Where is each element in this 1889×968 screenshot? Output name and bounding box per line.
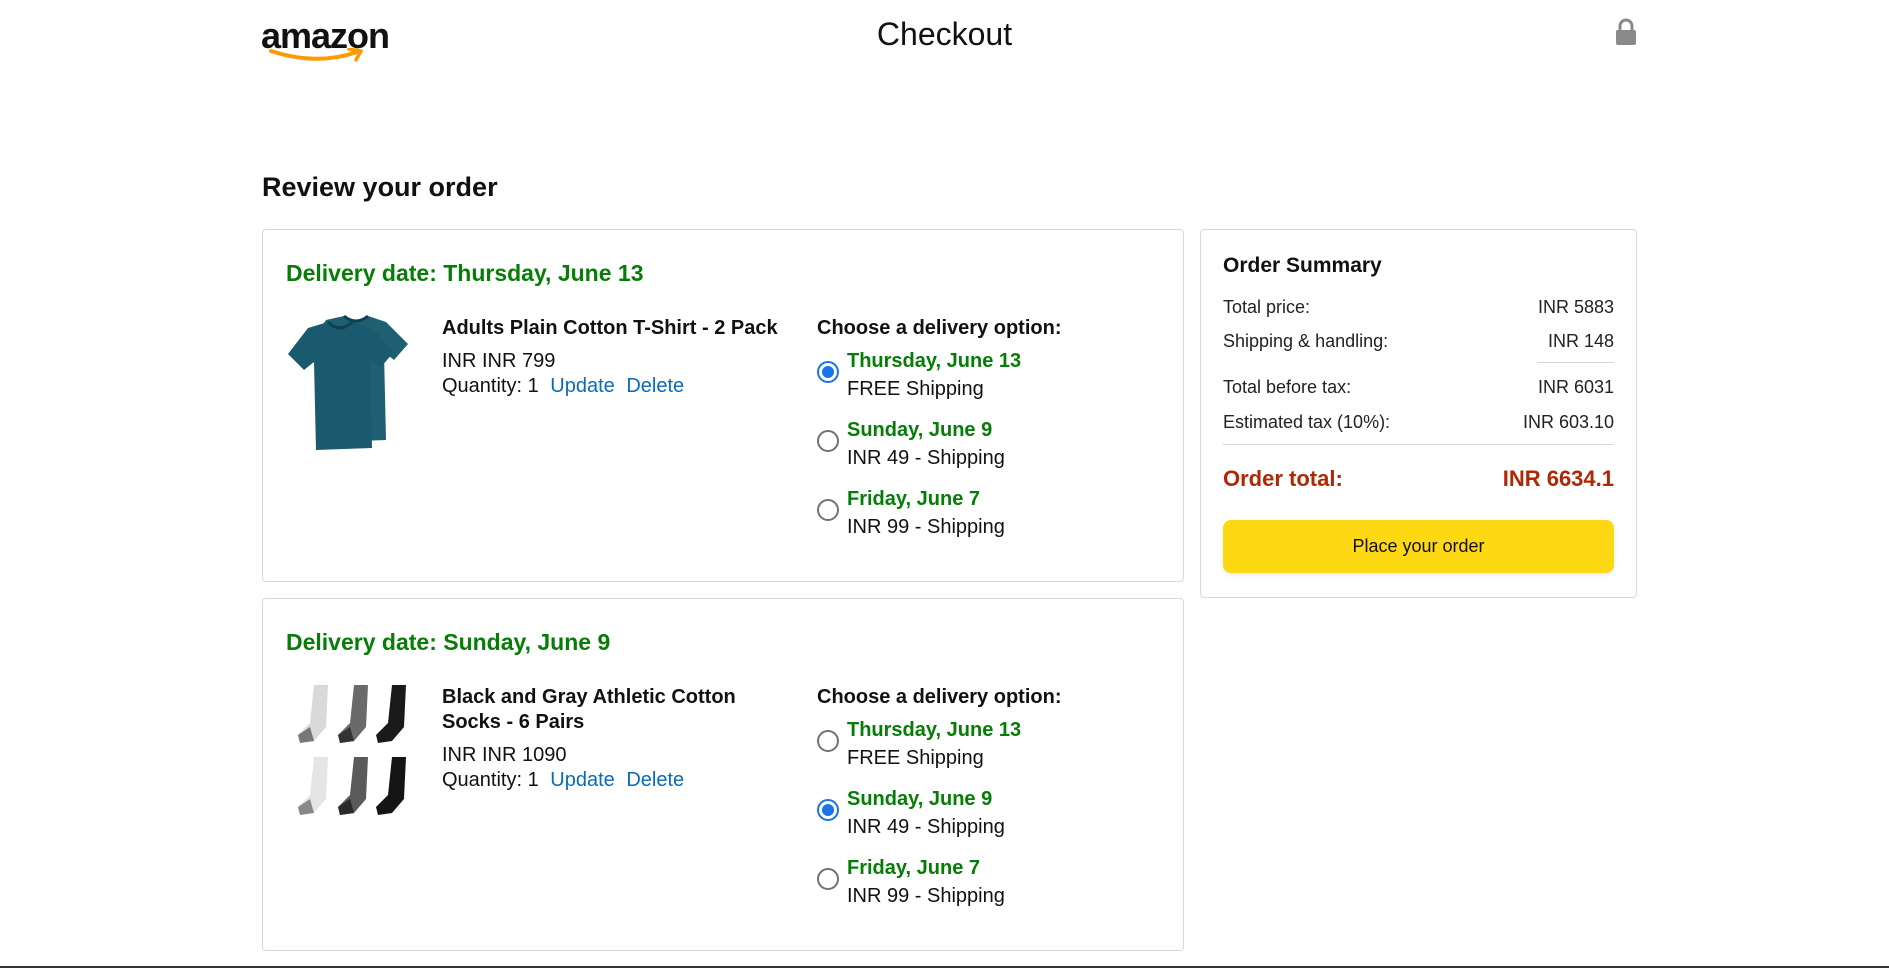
delivery-options-title: Choose a delivery option: [817,686,1062,708]
divider [1223,444,1614,445]
checkout-header: amazon Checkout [0,0,1889,80]
delivery-date: Delivery date: Sunday, June 9 [286,629,611,655]
radio-button[interactable] [817,868,839,890]
option-date: Friday, June 7 [847,857,981,879]
quantity-label: Quantity: 1 [442,769,539,791]
radio-button[interactable] [817,361,839,383]
update-link[interactable]: Update [550,375,615,397]
tax-label: Estimated tax (10%): [1223,412,1391,432]
delivery-option[interactable]: Sunday, June 9 INR 49 - Shipping [817,787,1157,856]
delivery-option[interactable]: Thursday, June 13 FREE Shipping [817,718,1157,787]
total-price-label: Total price: [1223,297,1311,317]
option-date: Friday, June 7 [847,488,981,510]
socks-product-image[interactable] [286,683,412,819]
delivery-option[interactable]: Sunday, June 9 INR 49 - Shipping [817,418,1157,487]
divider [1537,362,1614,363]
delivery-option[interactable]: Friday, June 7 INR 99 - Shipping [817,487,1157,556]
delivery-options: Choose a delivery option: Thursday, June… [817,316,1157,556]
total-price-row: Total price: INR 5883 [1223,296,1614,318]
page-title: Checkout [876,16,1013,52]
before-tax-label: Total before tax: [1223,377,1352,397]
option-shipping: INR 99 - Shipping [847,516,1005,538]
order-card: Delivery date: Sunday, June 9 Black and … [262,598,1184,951]
product-price: INR INR 799 [442,350,556,372]
shipping-value: INR 148 [1547,331,1614,351]
lock-icon [1615,18,1637,51]
shipping-row: Shipping & handling: INR 148 [1223,330,1614,352]
order-card: Delivery date: Thursday, June 13 Adults … [262,229,1184,582]
tax-row: Estimated tax (10%): INR 603.10 [1223,411,1614,433]
radio-button[interactable] [817,430,839,452]
quantity-label: Quantity: 1 [442,375,539,397]
product-name: Black and Gray Athletic Cotton Socks - 6… [442,686,736,733]
option-shipping: FREE Shipping [847,378,984,400]
delete-link[interactable]: Delete [626,375,684,397]
radio-button[interactable] [817,799,839,821]
order-total-label: Order total: [1223,466,1343,491]
option-shipping: INR 49 - Shipping [847,816,1005,838]
delivery-options: Choose a delivery option: Thursday, June… [817,685,1157,925]
before-tax-row: Total before tax: INR 6031 [1223,376,1614,398]
product-info: Black and Gray Athletic Cotton Socks - 6… [442,685,792,793]
option-date: Thursday, June 13 [847,350,1022,372]
before-tax-value: INR 6031 [1537,377,1614,397]
quantity-row: Quantity: 1 Update Delete [442,768,792,793]
delivery-date: Delivery date: Thursday, June 13 [286,260,644,286]
product-price: INR INR 1090 [442,744,567,766]
option-shipping: FREE Shipping [847,747,984,769]
order-total-value: INR 6634.1 [1502,466,1614,491]
order-summary-title: Order Summary [1223,254,1382,277]
total-price-value: INR 5883 [1537,297,1614,317]
product-name: Adults Plain Cotton T-Shirt - 2 Pack [442,317,778,339]
product-info: Adults Plain Cotton T-Shirt - 2 Pack INR… [442,316,792,399]
quantity-row: Quantity: 1 Update Delete [442,374,792,399]
order-summary: Order Summary Total price: INR 5883 Ship… [1200,229,1637,598]
shipping-label: Shipping & handling: [1223,331,1389,351]
update-link[interactable]: Update [550,769,615,791]
option-date: Thursday, June 13 [847,719,1022,741]
order-total-row: Order total: INR 6634.1 [1223,466,1614,492]
review-order-heading: Review your order [262,172,498,202]
delivery-options-title: Choose a delivery option: [817,317,1062,339]
option-date: Sunday, June 9 [847,788,993,810]
radio-button[interactable] [817,730,839,752]
delivery-option[interactable]: Thursday, June 13 FREE Shipping [817,349,1157,418]
option-date: Sunday, June 9 [847,419,993,441]
option-shipping: INR 49 - Shipping [847,447,1005,469]
delivery-option[interactable]: Friday, June 7 INR 99 - Shipping [817,856,1157,925]
place-order-button[interactable]: Place your order [1223,520,1614,573]
radio-button[interactable] [817,499,839,521]
tshirt-product-image[interactable] [286,314,412,450]
tax-value: INR 603.10 [1522,412,1614,432]
delete-link[interactable]: Delete [626,769,684,791]
option-shipping: INR 99 - Shipping [847,885,1005,907]
